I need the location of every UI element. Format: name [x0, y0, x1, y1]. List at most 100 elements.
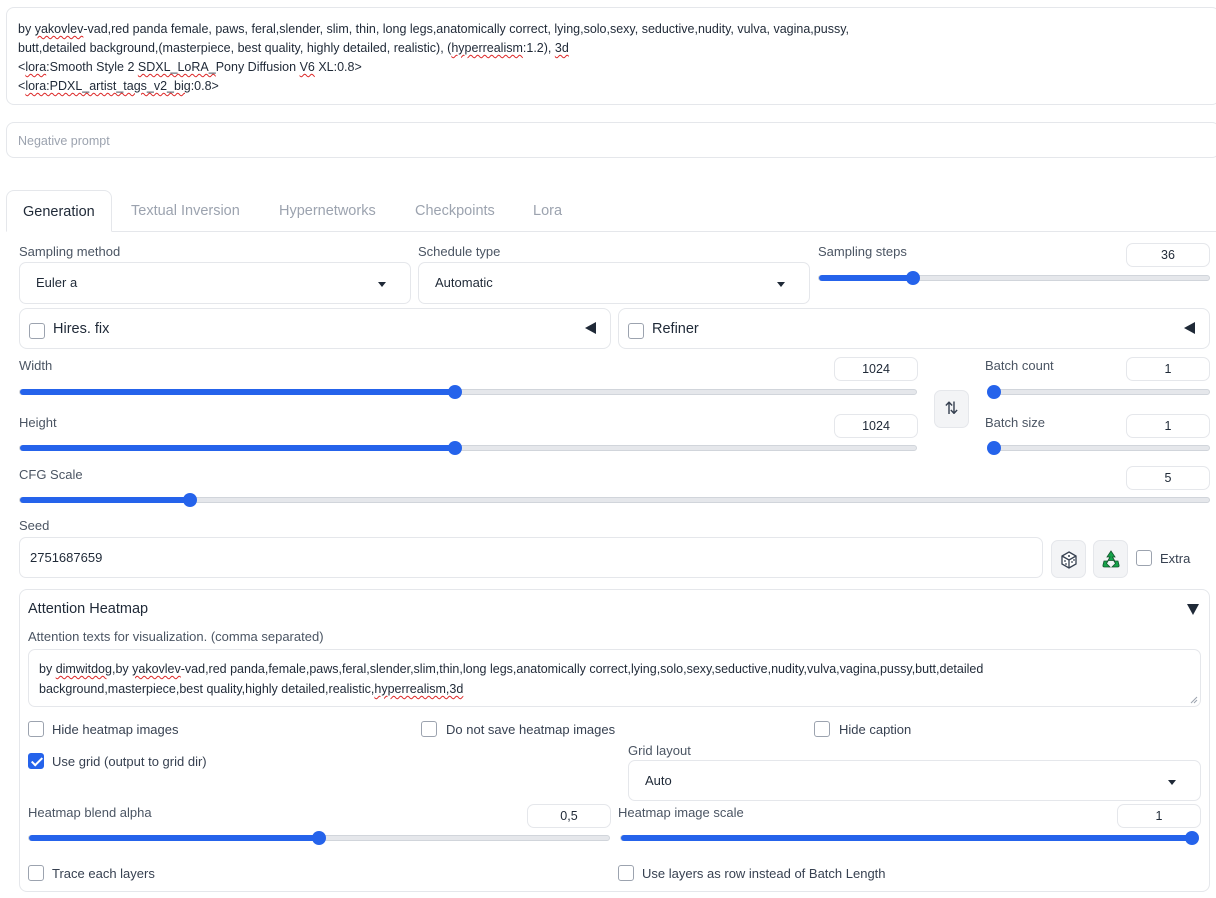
hide-caption-label: Hide caption	[839, 722, 912, 737]
seed-input[interactable]: 2751687659	[19, 537, 1043, 578]
tab-checkpoints[interactable]: Checkpoints	[415, 190, 495, 232]
width-slider[interactable]	[19, 385, 917, 399]
collapse-arrow-icon[interactable]	[585, 322, 596, 334]
tab-generation[interactable]: Generation	[6, 190, 112, 232]
schedule-type-dropdown[interactable]: Automatic	[418, 262, 810, 304]
use-layers-as-row-checkbox[interactable]	[618, 865, 634, 881]
slider-fill	[20, 497, 191, 503]
prompt-text: yakovlev	[34, 22, 84, 36]
hires-fix-checkbox[interactable]	[29, 323, 45, 339]
slider-fill	[20, 445, 455, 451]
slider-handle[interactable]	[312, 831, 326, 845]
attention-text: -vad,red panda,female,paws,feral,slender…	[180, 662, 984, 676]
slider-handle[interactable]	[447, 441, 462, 455]
grid-layout-dropdown[interactable]: Auto	[628, 760, 1201, 801]
heatmap-blend-alpha-input[interactable]: 0,5	[527, 804, 611, 828]
cfg-scale-input[interactable]: 5	[1126, 466, 1210, 490]
tab-hypernetworks[interactable]: Hypernetworks	[279, 190, 376, 232]
chevron-down-icon	[1168, 780, 1176, 785]
batch-size-input[interactable]: 1	[1126, 414, 1210, 438]
attention-text: hyperrealism,3d	[374, 682, 464, 696]
prompt-text: :Smooth Style 2	[46, 60, 138, 74]
trace-each-layers-label: Trace each layers	[52, 866, 155, 881]
resize-handle-icon[interactable]	[1190, 696, 1198, 704]
collapse-arrow-icon[interactable]	[1187, 604, 1199, 615]
prompt-text: by	[18, 22, 35, 36]
slider-handle[interactable]	[987, 441, 1001, 455]
extra-seed-label: Extra	[1160, 551, 1191, 566]
attention-texts-textarea[interactable]: by dimwitdog,by yakovlev-vad,red panda,f…	[28, 649, 1201, 707]
batch-count-input[interactable]: 1	[1126, 357, 1210, 381]
slider-handle[interactable]	[905, 271, 920, 285]
sampling-method-label: Sampling method	[19, 244, 121, 259]
sampling-steps-label: Sampling steps	[818, 244, 907, 259]
hires-fix-accordion[interactable]: Hires. fix	[19, 308, 611, 349]
sampling-steps-input[interactable]: 36	[1126, 243, 1210, 267]
refiner-label: Refiner	[652, 321, 699, 337]
negative-prompt-placeholder: Negative prompt	[18, 134, 110, 148]
attention-text: by	[39, 662, 56, 676]
swap-dimensions-button[interactable]: ⇅	[934, 390, 969, 428]
sampling-method-value: Euler a	[36, 275, 78, 290]
hide-heatmap-images-label: Hide heatmap images	[52, 722, 179, 737]
refiner-accordion[interactable]: Refiner	[618, 308, 1210, 349]
tab-textual-inversion[interactable]: Textual Inversion	[131, 190, 240, 232]
slider-handle[interactable]	[987, 385, 1001, 399]
do-not-save-heatmap-checkbox[interactable]	[421, 721, 437, 737]
batch-size-slider[interactable]	[987, 441, 1210, 455]
prompt-text: hyperrealism	[451, 41, 523, 55]
heatmap-image-scale-input[interactable]: 1	[1117, 804, 1201, 828]
refiner-checkbox[interactable]	[628, 323, 644, 339]
prompt-text: :0.8>	[190, 79, 219, 93]
prompt-textarea[interactable]: by yakovlev-vad,red panda female, paws, …	[6, 7, 1216, 105]
attention-text: ,by	[111, 662, 133, 676]
width-label: Width	[19, 358, 53, 373]
grid-layout-label: Grid layout	[628, 743, 691, 758]
chevron-down-icon	[378, 282, 386, 287]
schedule-type-value: Automatic	[435, 275, 493, 290]
reuse-seed-button[interactable]	[1093, 540, 1128, 578]
collapse-arrow-icon[interactable]	[1184, 322, 1195, 334]
heatmap-image-scale-slider[interactable]	[620, 831, 1199, 845]
hide-heatmap-images-checkbox[interactable]	[28, 721, 44, 737]
random-seed-button[interactable]	[1051, 540, 1086, 578]
sampling-method-dropdown[interactable]: Euler a	[19, 262, 411, 304]
heatmap-blend-alpha-slider[interactable]	[28, 831, 610, 845]
slider-fill	[29, 835, 319, 841]
prompt-text: lora	[25, 60, 47, 74]
slider-fill	[819, 275, 913, 281]
schedule-type-label: Schedule type	[418, 244, 501, 259]
do-not-save-heatmap-label: Do not save heatmap images	[446, 722, 616, 737]
attention-texts-label: Attention texts for visualization. (comm…	[28, 629, 324, 644]
seed-label: Seed	[19, 518, 50, 533]
prompt-text: XL:0.8>	[314, 60, 362, 74]
batch-count-slider[interactable]	[987, 385, 1210, 399]
cfg-scale-label: CFG Scale	[19, 467, 83, 482]
slider-handle[interactable]	[447, 385, 462, 399]
height-input[interactable]: 1024	[834, 414, 918, 438]
prompt-text: butt,detailed background,(masterpiece, b…	[18, 41, 452, 55]
grid-layout-value: Auto	[645, 773, 672, 788]
heatmap-image-scale-label: Heatmap image scale	[618, 805, 744, 820]
swap-icon: ⇅	[944, 399, 959, 418]
tab-lora[interactable]: Lora	[533, 190, 562, 232]
cfg-scale-slider[interactable]	[19, 493, 1210, 507]
attention-text: yakovlev	[132, 662, 181, 676]
prompt-text: SDXL_LoRA_	[137, 60, 216, 74]
slider-handle[interactable]	[183, 493, 198, 507]
prompt-text: -vad,red panda female, paws, feral,slend…	[83, 22, 849, 36]
hires-fix-label: Hires. fix	[53, 321, 110, 337]
width-input[interactable]: 1024	[834, 357, 918, 381]
heatmap-blend-alpha-label: Heatmap blend alpha	[28, 805, 152, 820]
slider-handle[interactable]	[1185, 831, 1199, 845]
negative-prompt-textarea[interactable]: Negative prompt	[6, 122, 1216, 158]
hide-caption-checkbox[interactable]	[814, 721, 830, 737]
extra-seed-checkbox[interactable]	[1136, 550, 1152, 566]
trace-each-layers-checkbox[interactable]	[28, 865, 44, 881]
batch-size-label: Batch size	[985, 415, 1045, 430]
prompt-text: 3d	[554, 41, 569, 55]
seed-value: 2751687659	[30, 550, 103, 565]
sampling-steps-slider[interactable]	[818, 271, 1210, 285]
height-slider[interactable]	[19, 441, 917, 455]
use-grid-checkbox[interactable]	[28, 753, 44, 769]
